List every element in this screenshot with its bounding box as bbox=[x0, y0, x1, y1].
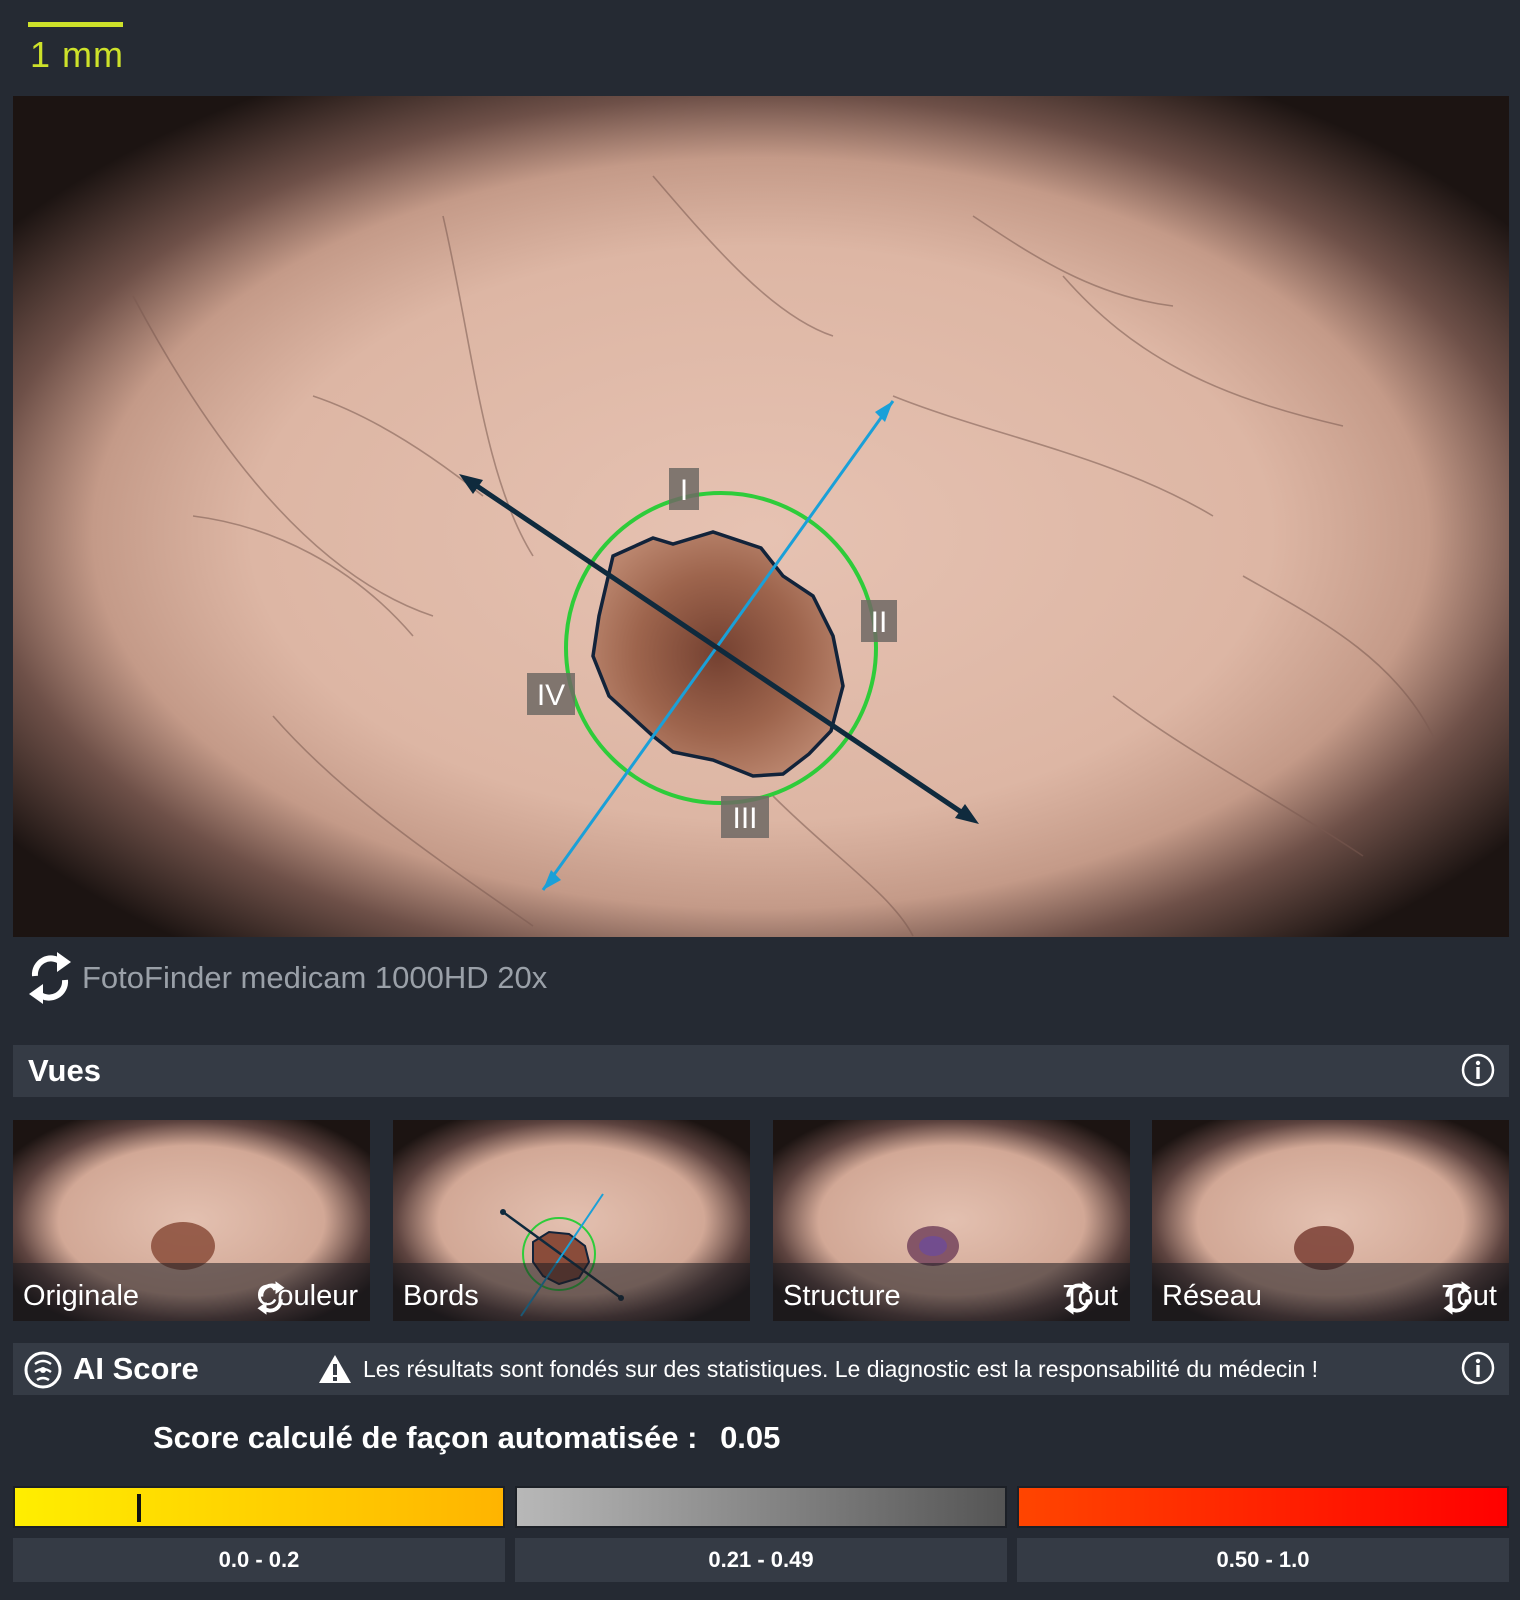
scale-label: 1 mm bbox=[30, 34, 124, 75]
ai-score-title: AI Score bbox=[73, 1351, 199, 1386]
ai-warning-text: Les résultats sont fondés sur des statis… bbox=[363, 1355, 1319, 1382]
range-label-low: 0.0 - 0.2 bbox=[13, 1538, 505, 1582]
ai-warning: Les résultats sont fondés sur des statis… bbox=[317, 1343, 1318, 1395]
view-left-label: Structure bbox=[783, 1280, 901, 1312]
refresh-icon[interactable] bbox=[26, 948, 74, 1008]
view-network[interactable]: Réseau Tout bbox=[1152, 1120, 1509, 1321]
device-label: FotoFinder medicam 1000HD 20x bbox=[82, 960, 548, 995]
cycle-icon[interactable] bbox=[1063, 1280, 1093, 1316]
range-label-high: 0.50 - 1.0 bbox=[1017, 1538, 1509, 1582]
view-structure[interactable]: Structure Tout bbox=[773, 1120, 1130, 1321]
range-bar-low bbox=[13, 1486, 505, 1528]
range-label-mid: 0.21 - 0.49 bbox=[515, 1538, 1007, 1582]
ai-brain-icon bbox=[24, 1351, 62, 1389]
quadrant-label-4: IV bbox=[537, 679, 565, 712]
warning-icon bbox=[319, 1355, 351, 1383]
score-marker bbox=[137, 1494, 141, 1522]
score-value: 0.05 bbox=[720, 1420, 781, 1455]
device-row: FotoFinder medicam 1000HD 20x bbox=[26, 948, 547, 1008]
network-all-toggle[interactable]: Tout bbox=[1442, 1280, 1497, 1316]
views-title: Vues bbox=[28, 1053, 101, 1088]
structure-all-toggle[interactable]: Tout bbox=[1063, 1280, 1118, 1316]
cycle-icon[interactable] bbox=[256, 1280, 286, 1316]
range-bar-high bbox=[1017, 1486, 1509, 1528]
quadrant-label-3: III bbox=[732, 802, 757, 835]
score-line: Score calculé de façon automatisée : 0.0… bbox=[153, 1420, 780, 1456]
ai-score-header: AI Score Les résultats sont fondés sur d… bbox=[13, 1343, 1509, 1395]
score-label: Score calculé de façon automatisée : bbox=[153, 1420, 698, 1455]
cycle-icon[interactable] bbox=[1442, 1280, 1472, 1316]
dermoscopy-image[interactable]: I II III IV bbox=[13, 96, 1509, 937]
info-icon[interactable] bbox=[1461, 1053, 1495, 1087]
quadrant-label-1: I bbox=[680, 474, 688, 507]
views-header: Vues bbox=[13, 1045, 1509, 1097]
view-left-label: Originale bbox=[23, 1280, 140, 1312]
color-toggle[interactable]: Couleur bbox=[256, 1280, 358, 1316]
scale-bar bbox=[28, 22, 123, 27]
info-icon[interactable] bbox=[1461, 1351, 1495, 1385]
range-bar-mid bbox=[515, 1486, 1007, 1528]
view-left-label: Bords bbox=[403, 1280, 479, 1312]
view-left-label: Réseau bbox=[1162, 1280, 1262, 1312]
views-thumbnails: Originale Couleur Bords Structure Tout R… bbox=[13, 1120, 1509, 1321]
quadrant-label-2: II bbox=[871, 606, 888, 639]
view-borders[interactable]: Bords bbox=[393, 1120, 750, 1321]
view-original[interactable]: Originale Couleur bbox=[13, 1120, 370, 1321]
